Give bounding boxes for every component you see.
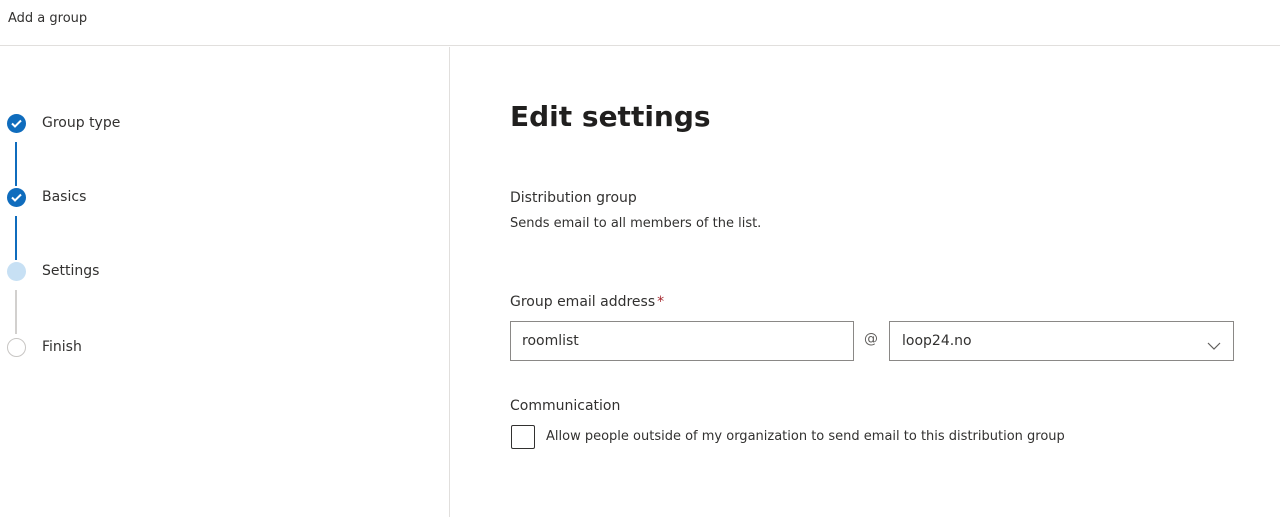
allow-external-senders-label[interactable]: Allow people outside of my organization … xyxy=(546,429,1065,444)
email-alias-input[interactable] xyxy=(510,321,854,361)
group-type-description: Sends email to all members of the list. xyxy=(510,216,762,231)
step-label: Settings xyxy=(42,263,100,279)
domain-value: loop24.no xyxy=(902,333,972,349)
header-bar: Add a group xyxy=(0,0,1280,46)
at-symbol: @ xyxy=(864,331,878,347)
chevron-down-icon xyxy=(1207,336,1221,355)
section-heading: Edit settings xyxy=(510,100,711,133)
step-connector xyxy=(15,142,17,186)
checkmark-icon xyxy=(7,114,26,133)
communication-label: Communication xyxy=(510,398,621,414)
step-finish[interactable]: Finish xyxy=(0,338,300,360)
wizard-steps-panel: Group type Basics Settings Finish xyxy=(0,47,450,517)
step-settings[interactable]: Settings xyxy=(0,262,300,284)
step-connector xyxy=(15,290,17,334)
email-field-label: Group email address * xyxy=(510,294,664,310)
allow-external-senders-checkbox[interactable] xyxy=(511,425,535,449)
checkmark-icon xyxy=(7,188,26,207)
step-label: Finish xyxy=(42,339,82,355)
current-step-indicator xyxy=(7,262,26,281)
pending-step-indicator xyxy=(7,338,26,357)
required-marker: * xyxy=(657,294,665,310)
step-connector xyxy=(15,216,17,260)
step-basics[interactable]: Basics xyxy=(0,188,300,210)
email-label-text: Group email address xyxy=(510,294,656,310)
domain-dropdown[interactable]: loop24.no xyxy=(889,321,1234,361)
step-label: Basics xyxy=(42,189,87,205)
page-title: Add a group xyxy=(8,11,88,26)
group-type-name: Distribution group xyxy=(510,190,637,206)
step-label: Group type xyxy=(42,115,121,131)
step-group-type[interactable]: Group type xyxy=(0,114,300,136)
